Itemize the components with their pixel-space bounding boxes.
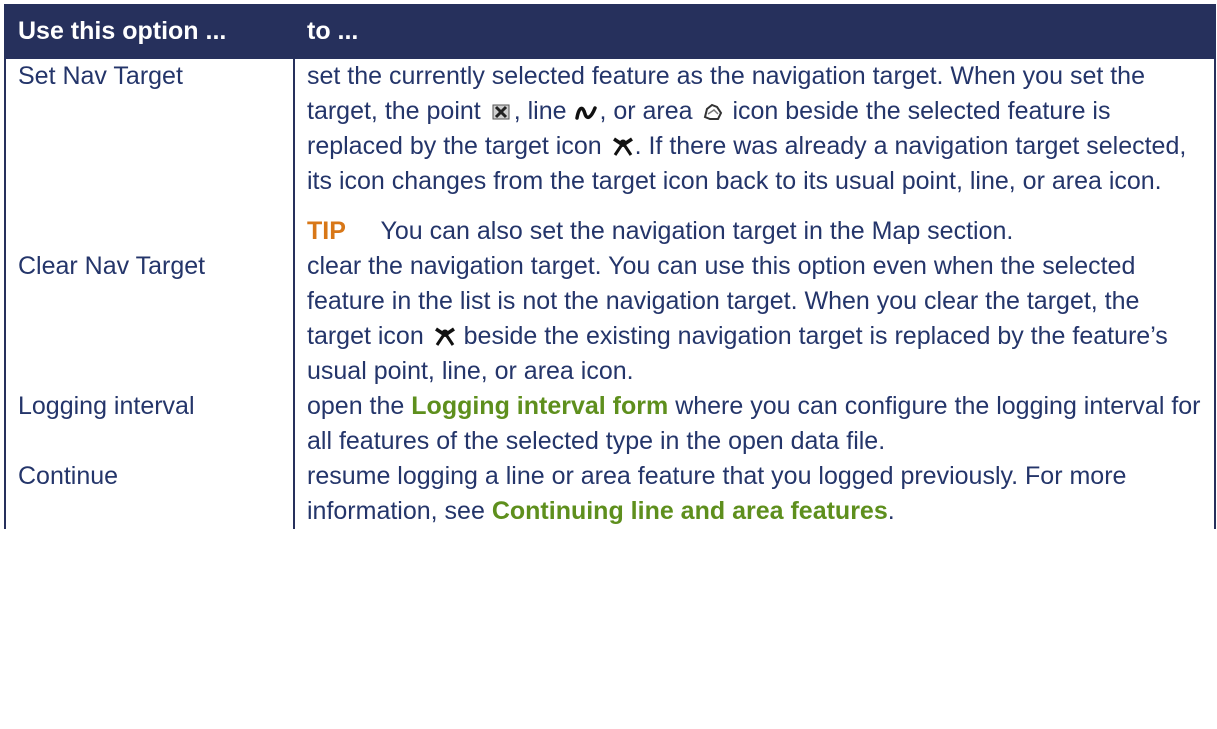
table-row-continue: Continue resume logging a line or area f… xyxy=(4,459,1216,529)
logging-interval-form-link[interactable]: Logging interval form xyxy=(411,392,668,420)
tip-text: You can also set the navigation target i… xyxy=(380,217,1014,245)
nav-target-icon xyxy=(433,322,455,346)
continuing-features-link[interactable]: Continuing line and area features xyxy=(492,497,888,525)
tip-label: TIP xyxy=(307,217,346,245)
options-table: Use this option ... to ... Set Nav Targe… xyxy=(4,4,1216,529)
option-description: set the currently selected feature as th… xyxy=(294,59,1216,249)
tip-note: TIP You can also set the navigation targ… xyxy=(307,214,1204,249)
option-name: Clear Nav Target xyxy=(4,249,295,389)
table-header-row: Use this option ... to ... xyxy=(4,4,1216,59)
area-feature-icon xyxy=(702,97,724,120)
table-row-clear-nav-target: Clear Nav Target clear the navigation ta… xyxy=(4,249,1216,389)
nav-target-icon xyxy=(611,132,633,156)
description-text: . xyxy=(887,497,895,525)
option-description: open the Logging interval form where you… xyxy=(294,389,1216,459)
option-name: Set Nav Target xyxy=(4,59,295,249)
description-text: open the xyxy=(307,392,405,420)
point-feature-icon xyxy=(490,97,512,120)
header-description: to ... xyxy=(293,4,1216,59)
line-feature-icon xyxy=(575,97,598,120)
option-name: Continue xyxy=(4,459,295,529)
option-name: Logging interval xyxy=(4,389,295,459)
table-row-set-nav-target: Set Nav Target set the currently selecte… xyxy=(4,59,1216,249)
table-row-logging-interval: Logging interval open the Logging interv… xyxy=(4,389,1216,459)
header-option: Use this option ... xyxy=(4,4,295,59)
description-text: , line xyxy=(513,97,567,125)
option-description: resume logging a line or area feature th… xyxy=(294,459,1216,529)
description-text: , or area xyxy=(599,97,693,125)
option-description: clear the navigation target. You can use… xyxy=(294,249,1216,389)
